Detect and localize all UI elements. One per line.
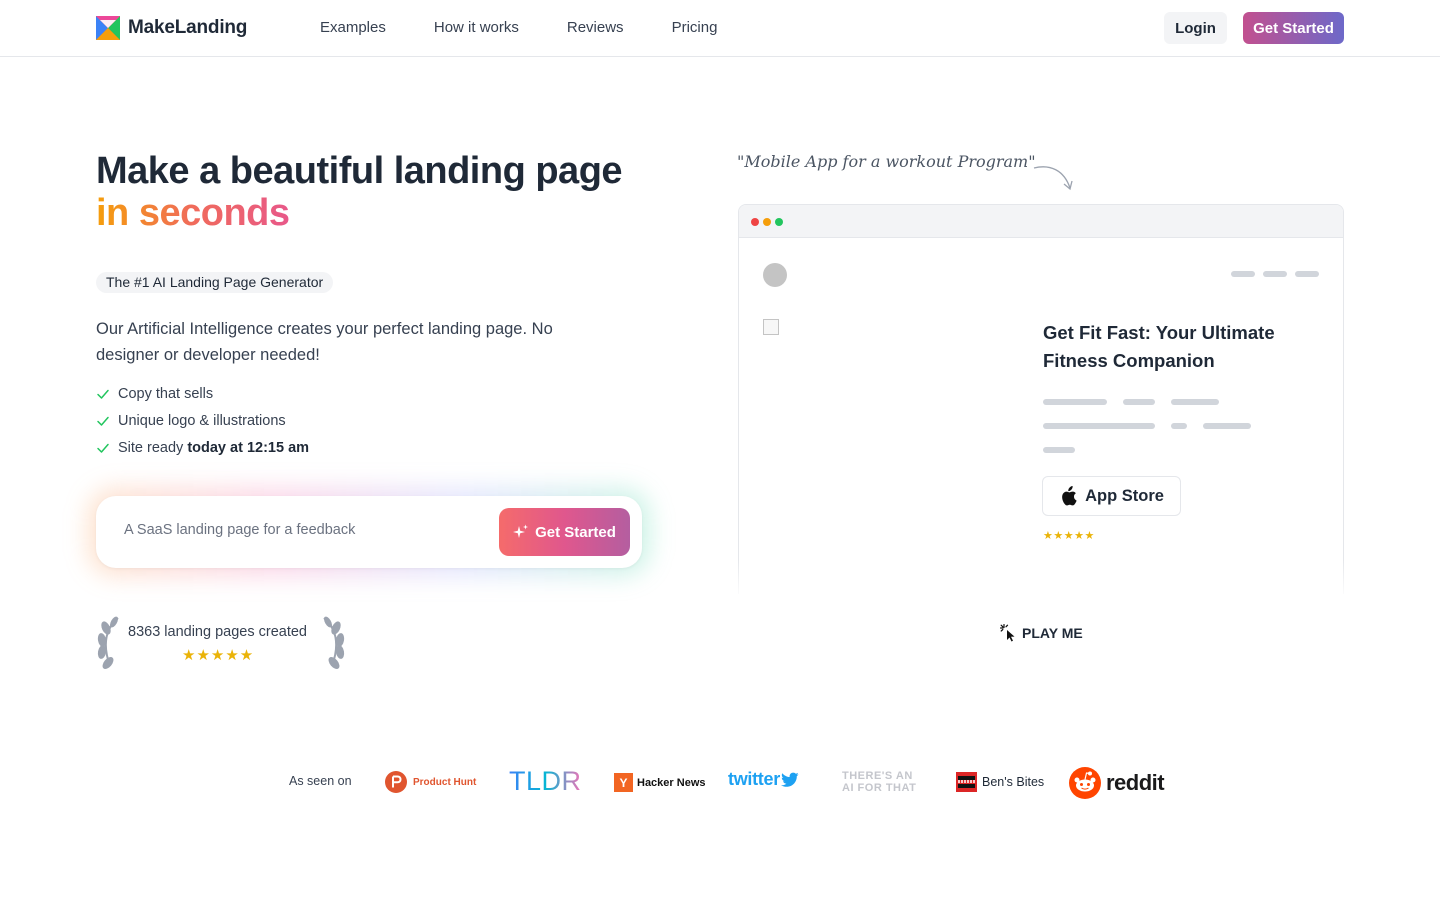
feature-list: Copy that sells Unique logo & illustrati… <box>96 380 309 461</box>
preview-text-placeholder <box>1203 423 1251 429</box>
feature-item: Site ready today at 12:15 am <box>96 434 309 461</box>
nav-link-pricing[interactable]: Pricing <box>672 19 718 36</box>
curved-arrow-icon <box>1033 166 1073 191</box>
window-close-dot <box>751 218 759 226</box>
bens-bites-logo[interactable]: Ben's Bites <box>956 772 1044 792</box>
laurel-left-icon <box>97 616 119 669</box>
feature-text: Site ready today at 12:15 am <box>118 440 309 456</box>
window-maximize-dot <box>775 218 783 226</box>
laurel-right-icon <box>323 616 345 669</box>
preview-fade <box>737 560 1377 600</box>
feature-text-prefix: Site ready <box>118 439 188 456</box>
nav-link-reviews[interactable]: Reviews <box>567 19 624 36</box>
nav-link-examples[interactable]: Examples <box>320 19 386 36</box>
hero-badge: The #1 AI Landing Page Generator <box>96 272 334 293</box>
check-icon <box>97 416 109 426</box>
preview-logo-placeholder <box>763 263 787 287</box>
top-nav: MakeLanding Examples How it works Review… <box>0 0 1440 57</box>
makelanding-logo-icon <box>96 16 120 40</box>
theres-an-ai-for-that-logo[interactable]: THERE'S AN AI FOR THAT <box>842 770 916 794</box>
preview-browser-window: Get Fit Fast: Your Ultimate Fitness Comp… <box>738 204 1344 594</box>
hero-description: Our Artificial Intelligence creates your… <box>96 320 553 364</box>
brand-name: MakeLanding <box>128 17 248 38</box>
preview-nav-placeholder <box>1231 271 1255 277</box>
check-icon <box>97 443 109 453</box>
preview-broken-image <box>763 319 779 335</box>
twitter-bird-icon <box>780 772 799 787</box>
theres-an-ai-text-line1: THERE'S AN <box>842 770 913 782</box>
preview-text-placeholder <box>1043 447 1075 453</box>
reddit-logo[interactable]: reddit <box>1069 767 1165 799</box>
nav-link-how-it-works[interactable]: How it works <box>434 19 519 36</box>
reddit-text: reddit <box>1106 770 1165 795</box>
theres-an-ai-text-line2: AI FOR THAT <box>842 782 917 794</box>
prompt-input[interactable] <box>124 522 484 538</box>
feature-text: Copy that sells <box>118 385 214 402</box>
feature-item: Copy that sells <box>96 380 309 407</box>
brand-logo[interactable]: MakeLanding <box>96 16 247 40</box>
nav-get-started-button[interactable]: Get Started <box>1243 12 1344 44</box>
hero-title: Make a beautiful landing page <box>96 150 623 192</box>
hacker-news-text: Hacker News <box>637 776 706 789</box>
prompt-button-label: Get Started <box>535 523 616 541</box>
app-store-label: App Store <box>1085 486 1164 505</box>
handwritten-note: "Mobile App for a workout Program" <box>737 152 1036 171</box>
tldr-text: TLDR <box>509 766 582 796</box>
product-hunt-text: Product Hunt <box>413 776 477 788</box>
feature-text: Unique logo & illustrations <box>118 412 286 429</box>
hacker-news-icon: Y <box>614 773 633 792</box>
preview-nav-placeholder <box>1263 271 1287 277</box>
preview-text-placeholder <box>1171 399 1219 405</box>
reddit-icon <box>1069 767 1101 799</box>
award-stars: ★★★★★ <box>182 647 255 664</box>
preview-text-placeholder <box>1123 399 1155 405</box>
browser-titlebar <box>739 205 1343 238</box>
cursor-click-icon <box>1000 624 1015 642</box>
site-ready-time: today at 12:15 am <box>187 439 310 456</box>
hero-title-accent: in seconds <box>96 192 290 234</box>
tldr-logo[interactable]: TLDR <box>509 766 582 797</box>
preview-text-placeholder <box>1043 423 1155 429</box>
feature-item: Unique logo & illustrations <box>96 407 309 434</box>
preview-nav-placeholder <box>1295 271 1319 277</box>
hacker-news-logo[interactable]: Y Hacker News <box>614 773 706 792</box>
award-badge: 8363 landing pages created ★★★★★ <box>96 614 346 672</box>
twitter-text: twitter <box>728 769 780 789</box>
preview-text-placeholder <box>1171 423 1187 429</box>
apple-icon <box>1062 486 1077 506</box>
window-minimize-dot <box>763 218 771 226</box>
as-seen-on-label: As seen on <box>289 774 352 788</box>
bens-bites-text: Ben's Bites <box>982 775 1045 789</box>
preview-title: Get Fit Fast: Your Ultimate Fitness Comp… <box>1043 322 1275 371</box>
prompt-get-started-button[interactable]: Get Started <box>499 508 630 556</box>
award-text: 8363 landing pages created <box>128 624 307 640</box>
prompt-box: Get Started <box>96 496 642 568</box>
check-icon <box>97 389 109 399</box>
preview-text-placeholder <box>1043 399 1107 405</box>
sparkles-icon <box>513 524 529 538</box>
product-hunt-icon <box>385 771 407 793</box>
play-me-label: PLAY ME <box>1022 625 1083 641</box>
play-me-button[interactable]: PLAY ME <box>1000 624 1083 642</box>
preview-stars: ★★★★★ <box>1043 530 1095 542</box>
app-store-button[interactable]: App Store <box>1042 476 1181 516</box>
twitter-logo[interactable]: twitter <box>728 769 799 790</box>
nav-links: Examples How it works Reviews Pricing <box>320 19 765 36</box>
login-button[interactable]: Login <box>1164 12 1227 44</box>
bens-bites-icon <box>956 772 977 792</box>
product-hunt-logo[interactable]: Product Hunt <box>385 771 476 793</box>
